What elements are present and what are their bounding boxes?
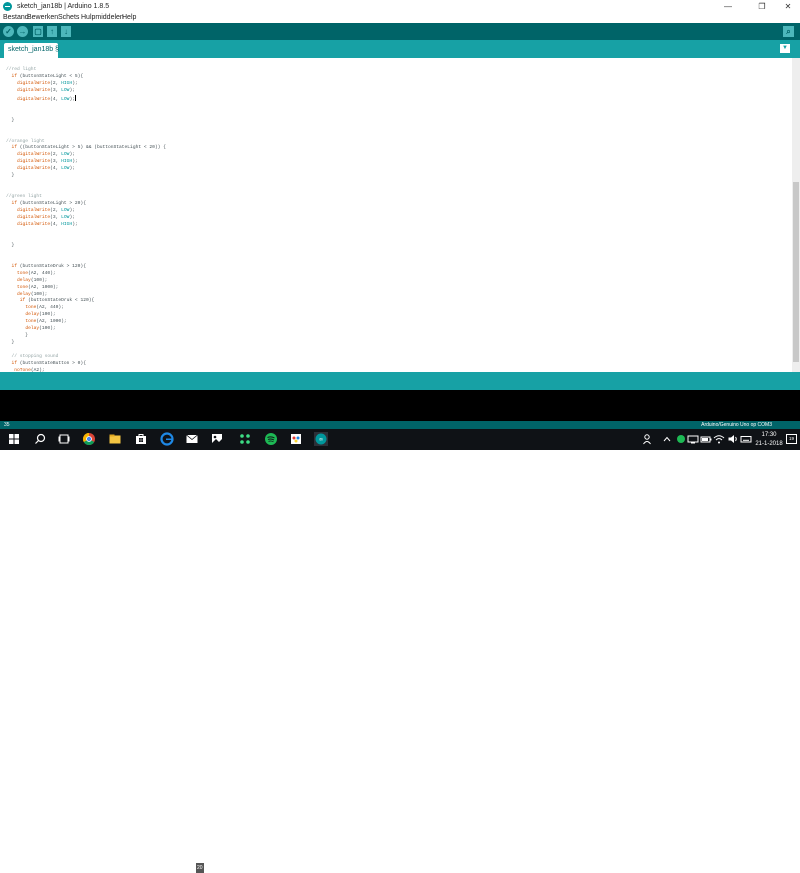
wifi-icon[interactable] — [712, 432, 726, 446]
menu-bar: Bestand Bewerken Schets Hulpmiddelen Hel… — [0, 13, 800, 23]
store-icon[interactable] — [134, 432, 148, 446]
code-line[interactable] — [6, 257, 166, 264]
code-line[interactable]: digitalWrite(2, HIGH); — [6, 81, 166, 88]
save-sketch-button[interactable]: ↓ — [61, 26, 71, 37]
menu-schets[interactable]: Schets — [58, 13, 79, 23]
code-line[interactable] — [6, 229, 166, 236]
editor-scrollbar[interactable] — [792, 58, 800, 372]
open-sketch-button[interactable]: ↑ — [47, 26, 57, 37]
photos-icon[interactable] — [210, 432, 224, 446]
notification-count: 19 — [788, 436, 794, 441]
task-view-icon[interactable] — [57, 432, 71, 446]
tab-label: sketch_jan18b § — [8, 46, 59, 53]
code-line[interactable]: digitalWrite(4, HIGH); — [6, 222, 166, 229]
code-line[interactable]: tone(A2, 1000); — [6, 285, 166, 292]
magnifier-icon: ⌕ — [786, 27, 791, 36]
console-output[interactable] — [0, 390, 800, 421]
arduino-ide-window: sketch_jan18b | Arduino 1.8.5 — ❐ ✕ Best… — [0, 0, 800, 873]
keyboard-icon[interactable] — [739, 432, 753, 446]
close-button[interactable]: ✕ — [776, 0, 800, 13]
checkmark-icon: ✓ — [5, 27, 12, 36]
line-number: 35 — [4, 422, 10, 428]
code-line[interactable]: } — [6, 243, 166, 250]
code-line[interactable]: //red light — [6, 67, 166, 74]
code-line[interactable]: tone(A2, 440); — [6, 271, 166, 278]
notification-center-icon[interactable]: 19 — [786, 434, 797, 444]
code-line[interactable] — [6, 125, 166, 132]
tab-bar: sketch_jan18b § ▼ — [0, 40, 800, 58]
code-line[interactable]: } — [6, 118, 166, 125]
network-icon[interactable] — [686, 432, 700, 446]
grid-app-icon[interactable] — [238, 432, 252, 446]
tab-sketch-jan18b[interactable]: sketch_jan18b § — [4, 43, 59, 58]
new-file-icon: ▢ — [34, 27, 42, 36]
mail-icon[interactable] — [185, 432, 199, 446]
board-info: Arduino/Genuino Uno op COM3 — [701, 422, 772, 428]
svg-text:∞: ∞ — [319, 437, 324, 443]
code-line[interactable] — [6, 236, 166, 243]
code-line[interactable]: if (buttonStateButton > 0){ — [6, 361, 166, 368]
mail-badge: 20 — [196, 863, 204, 873]
new-sketch-button[interactable]: ▢ — [33, 26, 43, 37]
code-line[interactable]: digitalWrite(3, LOW); — [6, 88, 166, 95]
spotify-icon[interactable] — [264, 432, 278, 446]
arrow-up-icon: ↑ — [50, 27, 54, 36]
code-text[interactable]: //red light if (buttonStateLight < 5){ d… — [6, 67, 166, 372]
serial-monitor-button[interactable]: ⌕ — [783, 26, 794, 37]
restore-button[interactable]: ❐ — [750, 0, 774, 13]
code-line[interactable]: delay(100); — [6, 326, 166, 333]
minimize-button[interactable]: — — [716, 0, 740, 13]
menu-help[interactable]: Help — [122, 13, 136, 23]
status-bar — [0, 372, 800, 390]
footer-bar: 35 Arduino/Genuino Uno op COM3 — [0, 421, 800, 429]
code-line[interactable] — [6, 180, 166, 187]
upload-button[interactable]: → — [17, 26, 28, 37]
title-bar: sketch_jan18b | Arduino 1.8.5 — ❐ ✕ — [0, 0, 800, 13]
battery-icon[interactable] — [699, 432, 713, 446]
search-icon[interactable] — [33, 432, 47, 446]
code-line[interactable]: } — [6, 173, 166, 180]
toolbar: ✓ → ▢ ↑ ↓ ⌕ — [0, 23, 800, 40]
clock-date[interactable]: 21-1-2018 — [752, 439, 786, 449]
paint-icon[interactable] — [289, 432, 303, 446]
code-line[interactable]: digitalWrite(4, LOW); — [6, 166, 166, 173]
verify-button[interactable]: ✓ — [3, 26, 14, 37]
code-line[interactable]: digitalWrite(4, LOW); — [6, 94, 166, 104]
code-line[interactable] — [6, 132, 166, 139]
volume-icon[interactable] — [726, 432, 740, 446]
menu-hulpmiddelen[interactable]: Hulpmiddelen — [81, 13, 124, 23]
edge-icon[interactable] — [160, 432, 174, 446]
code-line[interactable]: } — [6, 333, 166, 340]
start-icon[interactable] — [7, 432, 21, 446]
windows-taskbar: 20 ∞ 17:30 21-1-2018 19 — [0, 429, 800, 873]
arrow-down-icon: ↓ — [64, 27, 68, 36]
file-explorer-icon[interactable] — [108, 432, 122, 446]
code-line[interactable] — [6, 104, 166, 111]
menu-bestand[interactable]: Bestand — [3, 13, 29, 23]
code-line[interactable] — [6, 250, 166, 257]
code-line[interactable]: digitalWrite(2, LOW); — [6, 208, 166, 215]
code-editor[interactable]: //red light if (buttonStateLight < 5){ d… — [0, 58, 792, 372]
code-line[interactable]: if (buttonStateDruk > 120){ — [6, 264, 166, 271]
text-cursor — [74, 94, 76, 101]
scrollbar-thumb[interactable] — [793, 182, 799, 362]
code-line[interactable]: // stopping sound — [6, 354, 166, 361]
window-title: sketch_jan18b | Arduino 1.8.5 — [17, 3, 110, 10]
arduino-app-icon — [3, 2, 12, 11]
code-line[interactable]: delay(100); — [6, 278, 166, 285]
chrome-icon[interactable] — [82, 432, 96, 446]
chevron-up-icon[interactable] — [660, 432, 674, 446]
arrow-right-icon: → — [18, 27, 27, 36]
code-line[interactable] — [6, 111, 166, 118]
code-line[interactable]: digitalWrite(3, LOW); — [6, 215, 166, 222]
tab-menu-button[interactable]: ▼ — [780, 44, 790, 53]
arduino-taskbar-icon[interactable]: ∞ — [314, 432, 328, 446]
people-icon[interactable] — [641, 432, 655, 446]
menu-bewerken[interactable]: Bewerken — [27, 13, 58, 23]
code-line[interactable]: } — [6, 340, 166, 347]
code-line[interactable]: if (buttonStateLight < 5){ — [6, 74, 166, 81]
